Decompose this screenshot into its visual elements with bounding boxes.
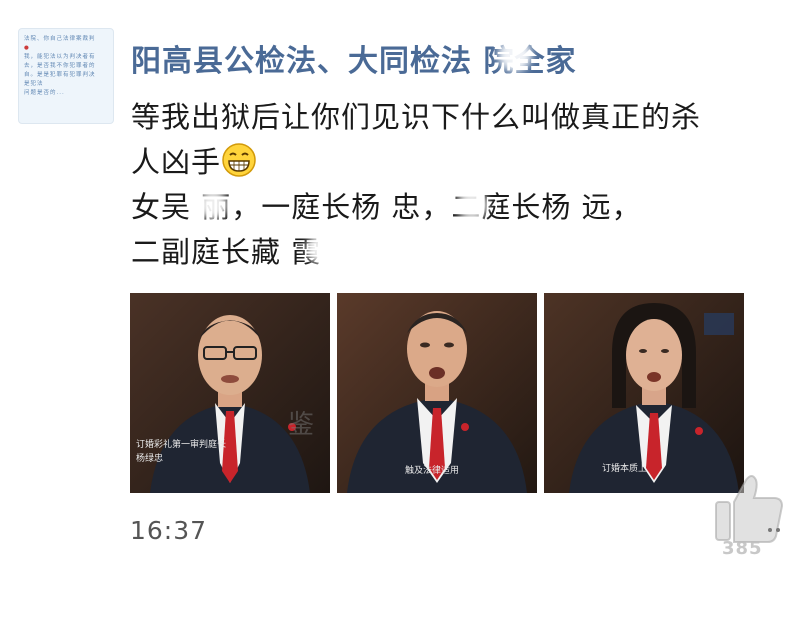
post-timestamp: 16:37 bbox=[130, 516, 208, 545]
grinning-face-emoji bbox=[222, 143, 256, 177]
redaction-blur bbox=[698, 190, 728, 220]
photo-thumbnail[interactable]: 订婚本质上 bbox=[544, 293, 744, 493]
post-line: 人凶手 bbox=[131, 140, 791, 185]
photo-grid: 鉴 订婚彩礼第一审判庭长 杨绿忠 触及法律适用 订婚本质上 bbox=[130, 293, 750, 493]
redaction-blur bbox=[198, 190, 228, 220]
photo-caption: 订婚彩礼第一审判庭长 bbox=[136, 440, 227, 450]
photo-caption: 杨绿忠 bbox=[136, 454, 164, 464]
redaction-blur bbox=[456, 190, 488, 220]
avatar-text: 法院、你自己法律案裁判 ● 我，能犯法以为判决者有 去，是否我不你犯罪者的 自。… bbox=[24, 36, 96, 96]
photo-thumbnail[interactable]: 鉴 订婚彩礼第一审判庭长 杨绿忠 bbox=[130, 293, 330, 493]
like-count: 385 bbox=[722, 538, 763, 559]
photo-caption: 触及法律适用 bbox=[405, 466, 460, 476]
redaction-blur bbox=[306, 234, 338, 264]
svg-text:鉴: 鉴 bbox=[288, 410, 314, 440]
redaction-blur bbox=[498, 38, 532, 72]
post-text: 等我出狱后让你们见识下什么叫做真正的杀 人凶手 女吴 丽，一庭长杨 忠，二庭长杨… bbox=[131, 95, 791, 275]
avatar[interactable]: 法院、你自己法律案裁判 ● 我，能犯法以为判决者有 去，是否我不你犯罪者的 自。… bbox=[18, 28, 114, 124]
post-line: 等我出狱后让你们见识下什么叫做真正的杀 bbox=[131, 100, 702, 134]
moment-post: 法院、你自己法律案裁判 ● 我，能犯法以为判决者有 去，是否我不你犯罪者的 自。… bbox=[0, 0, 800, 641]
photo-caption: 订婚本质上 bbox=[602, 464, 648, 474]
photo-thumbnail[interactable]: 触及法律适用 bbox=[337, 293, 537, 493]
post-line: 二副庭长藏 霞 bbox=[131, 235, 322, 269]
